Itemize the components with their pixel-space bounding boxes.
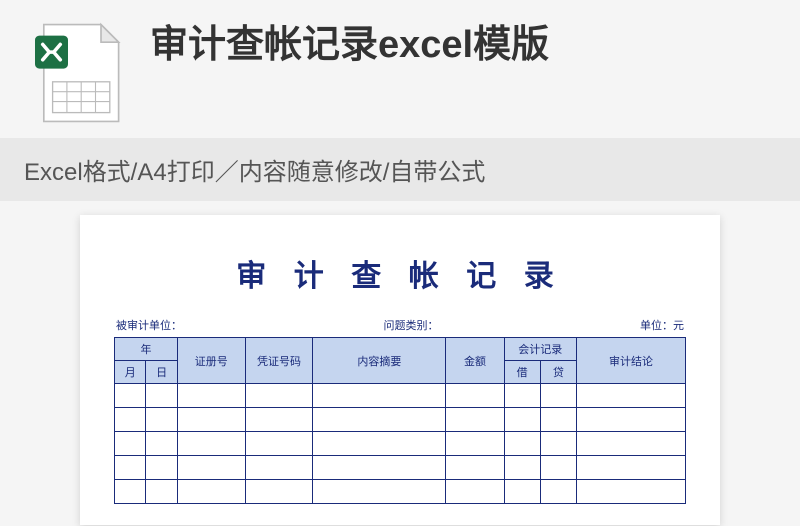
- document-preview-wrapper: 审 计 查 帐 记 录 被审计单位： 问题类别： 单位：元 年 证册号 凭证号码…: [0, 201, 800, 525]
- issue-type-label: 问题类别：: [384, 317, 439, 333]
- page-title: 审计查帐记录excel模版: [150, 20, 776, 71]
- table-row: [115, 432, 686, 456]
- th-month: 月: [115, 361, 146, 384]
- table-header: 年 证册号 凭证号码 内容摘要 金额 会计记录 审计结论 月 日 借 贷: [115, 338, 686, 384]
- subtitle-bar: Excel格式/A4打印／内容随意修改/自带公式: [0, 138, 800, 201]
- excel-file-icon: [24, 18, 134, 128]
- subtitle-text: Excel格式/A4打印／内容随意修改/自带公式: [24, 159, 485, 186]
- document-title: 审 计 查 帐 记 录: [114, 251, 686, 295]
- th-accounting-record: 会计记录: [504, 338, 577, 361]
- th-year: 年: [115, 338, 178, 361]
- table-row: [115, 384, 686, 408]
- th-voucher-code: 凭证号码: [245, 338, 313, 384]
- table-row: [115, 456, 686, 480]
- document-meta-row: 被审计单位： 问题类别： 单位：元: [114, 317, 686, 333]
- header: 审计查帐记录excel模版: [0, 0, 800, 138]
- audited-unit-label: 被审计单位：: [116, 317, 182, 333]
- table-body: [115, 384, 686, 504]
- th-conclusion: 审计结论: [577, 338, 686, 384]
- audit-table: 年 证册号 凭证号码 内容摘要 金额 会计记录 审计结论 月 日 借 贷: [114, 337, 686, 504]
- table-row: [115, 408, 686, 432]
- th-debit: 借: [504, 361, 540, 384]
- unit-label: 单位：元: [640, 317, 684, 333]
- th-voucher-no: 证册号: [177, 338, 245, 384]
- th-day: 日: [146, 361, 177, 384]
- th-amount: 金额: [446, 338, 504, 384]
- document-preview: 审 计 查 帐 记 录 被审计单位： 问题类别： 单位：元 年 证册号 凭证号码…: [80, 215, 720, 525]
- th-summary: 内容摘要: [313, 338, 446, 384]
- table-row: [115, 480, 686, 504]
- th-credit: 贷: [540, 361, 576, 384]
- title-area: 审计查帐记录excel模版: [150, 18, 776, 79]
